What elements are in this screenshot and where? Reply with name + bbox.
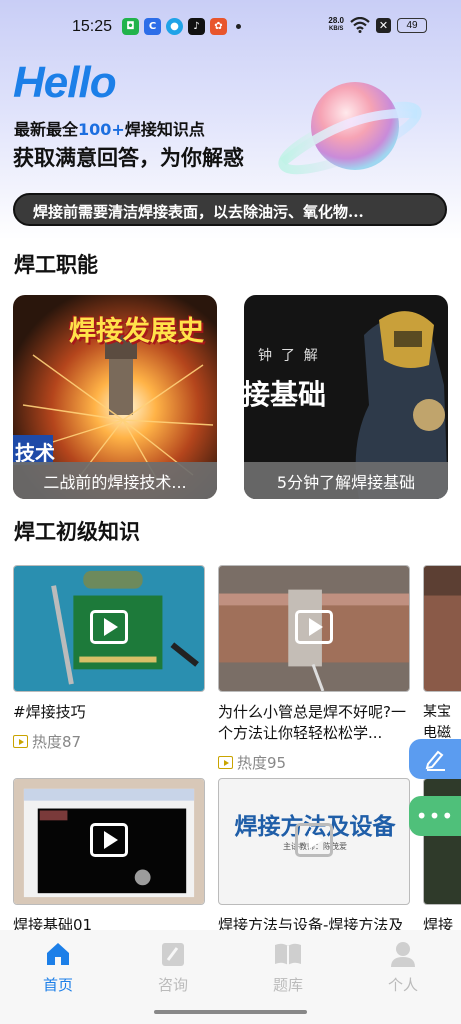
battery-indicator: 49 — [397, 17, 427, 33]
tab-label: 个人 — [387, 976, 418, 994]
video-card[interactable]: 某宝电磁 — [423, 565, 461, 744]
heat-video-icon — [13, 735, 28, 748]
tagline-prefix: 最新最全 — [14, 120, 79, 139]
notification-dot-icon — [236, 24, 241, 29]
browser-app-icon: C — [144, 18, 161, 35]
play-icon — [295, 610, 333, 644]
job-card-overlay-title: 焊接发展史 — [69, 316, 204, 347]
tab-home[interactable]: 首页 — [18, 940, 98, 995]
red-app-icon: ✿ — [210, 18, 227, 35]
book-icon — [275, 943, 301, 965]
tagline-suffix: 焊接知识点 — [124, 120, 205, 139]
tab-label: 首页 — [42, 976, 73, 994]
status-time: 15:25 — [72, 18, 113, 35]
floating-edit-button[interactable] — [409, 739, 461, 779]
net-speed-unit: KB/S — [329, 26, 344, 32]
video-thumbnail — [13, 565, 205, 692]
video-card[interactable]: 焊接方法及设备 主讲教师：陈茂爱 焊接方法与设备-焊接方法及 — [218, 778, 410, 936]
video-card[interactable]: 焊接基础01 — [13, 778, 205, 936]
status-app-icons: ◘ C ● ♪ ✿ — [122, 18, 241, 35]
home-icon — [47, 943, 69, 965]
video-thumbnail — [13, 778, 205, 905]
play-icon — [295, 823, 333, 857]
job-card-history[interactable]: 焊接发展史 技术 二战前的焊接技术... — [13, 295, 217, 499]
ellipsis-icon: ••• — [415, 804, 455, 828]
play-icon — [90, 823, 128, 857]
job-card-overlay-small: 钟 了 解 — [258, 348, 318, 364]
wifi-icon — [350, 17, 370, 33]
video-title: #焊接技巧 — [13, 703, 86, 721]
video-heat-value: 热度95 — [237, 754, 287, 772]
tab-label: 题库 — [272, 976, 303, 994]
hello-heading: Hello — [13, 58, 117, 107]
job-card-overlay-title: 接基础 — [244, 378, 327, 411]
status-indicators: 28.0 KB/S ✕ 49 — [328, 16, 427, 34]
net-speed: 28.0 KB/S — [328, 16, 344, 34]
video-heat: 热度95 — [218, 752, 410, 773]
tab-label: 咨询 — [157, 976, 188, 994]
qq-app-icon: ● — [166, 18, 183, 35]
sim-x-icon: ✕ — [376, 17, 391, 33]
video-card[interactable]: 为什么小管总是焊不好呢?一个方法让你轻轻松松学... 热度95 — [218, 565, 410, 773]
video-title: 某宝电磁 — [423, 704, 451, 741]
job-card-basics[interactable]: 钟 了 解 接基础 5分钟了解焊接基础 — [244, 295, 448, 499]
hero-tagline: 最新最全100+焊接知识点 — [14, 116, 205, 140]
floating-more-button[interactable]: ••• — [409, 796, 461, 836]
tab-question-bank[interactable]: 题库 — [248, 940, 328, 995]
video-card[interactable]: #焊接技巧 热度87 — [13, 565, 205, 752]
video-heat-value: 热度87 — [32, 733, 82, 751]
tiktok-app-icon: ♪ — [188, 18, 205, 35]
video-heat: 热度87 — [13, 731, 205, 752]
video-thumbnail: 焊接方法及设备 主讲教师：陈茂爱 — [218, 778, 410, 905]
video-thumbnail — [423, 565, 461, 692]
heat-video-icon — [218, 756, 233, 769]
person-icon — [391, 942, 415, 967]
home-indicator[interactable] — [154, 1010, 307, 1014]
consult-icon — [162, 943, 184, 966]
wechat-app-icon: ◘ — [122, 18, 139, 35]
play-icon — [90, 610, 128, 644]
section-title-jobs: 焊工职能 — [14, 252, 98, 277]
video-title: 为什么小管总是焊不好呢?一个方法让你轻轻松松学... — [218, 703, 406, 742]
video-thumbnail — [218, 565, 410, 692]
partial-thumbnail-image — [424, 566, 461, 691]
hero-subheading: 获取满意回答，为你解惑 — [13, 145, 244, 170]
tab-profile[interactable]: 个人 — [363, 940, 443, 995]
section-title-basics: 焊工初级知识 — [14, 519, 140, 544]
net-speed-value: 28.0 — [328, 16, 344, 25]
job-card-caption: 5分钟了解焊接基础 — [244, 462, 448, 499]
tab-consult[interactable]: 咨询 — [133, 940, 213, 995]
status-bar: 15:25 ◘ C ● ♪ ✿ 28.0 KB/S ✕ 49 — [0, 14, 461, 44]
tagline-highlight: 100+ — [78, 120, 125, 139]
planet-illustration — [278, 82, 422, 175]
pen-icon — [425, 750, 445, 771]
notice-ticker[interactable]: 焊接前需要清洁焊接表面，以去除油污、氧化物... — [13, 193, 447, 226]
job-card-caption: 二战前的焊接技术... — [13, 462, 217, 499]
